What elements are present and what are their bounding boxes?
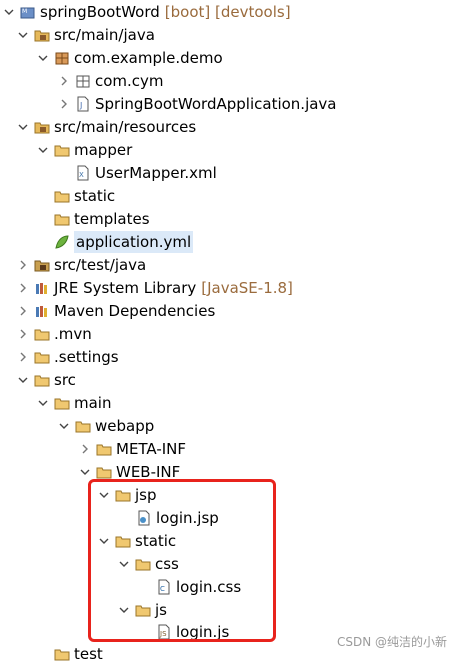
tree-item-decoration: [boot] [devtools] <box>164 3 291 21</box>
folder-icon <box>54 646 70 662</box>
tree-item-label: static <box>74 187 116 205</box>
chevron-right-icon[interactable] <box>16 281 30 295</box>
chevron-down-icon[interactable] <box>57 419 71 433</box>
tree-item-label: Maven Dependencies <box>54 302 216 320</box>
tree-item-label: springBootWord <box>40 3 160 21</box>
tree-item-application-yml[interactable]: application.yml <box>54 231 194 253</box>
tree-item-src[interactable]: src <box>16 369 76 391</box>
tree-item-com-cym[interactable]: com.cym <box>57 70 164 92</box>
chevron-right-icon[interactable] <box>16 350 30 364</box>
tree-item-com-example-demo[interactable]: com.example.demo <box>36 47 223 69</box>
library-icon <box>34 280 50 296</box>
folder-open-icon <box>75 418 91 434</box>
tree-item-project[interactable]: M springBootWord [boot] [devtools] <box>2 1 291 23</box>
tree-item-label: templates <box>74 210 150 228</box>
tree-item-templates[interactable]: templates <box>54 208 150 230</box>
tree-item-decoration: [JavaSE-1.8] <box>201 279 293 297</box>
source-folder-icon <box>34 257 50 273</box>
folder-icon <box>54 188 70 204</box>
spring-yml-icon <box>54 234 70 250</box>
tree-item-label: src <box>54 371 76 389</box>
chevron-down-icon[interactable] <box>16 120 30 134</box>
tree-item-label: .settings <box>54 348 119 366</box>
folder-icon <box>54 211 70 227</box>
empty-package-icon <box>75 73 91 89</box>
tree-item-mapper[interactable]: mapper <box>36 139 132 161</box>
folder-open-icon <box>54 395 70 411</box>
tree-item-label: src/main/resources <box>54 118 197 136</box>
chevron-right-icon[interactable] <box>57 74 71 88</box>
folder-open-icon <box>34 372 50 388</box>
tree-item-src-test-java[interactable]: src/test/java <box>16 254 146 276</box>
chevron-down-icon[interactable] <box>16 373 30 387</box>
tree-item-label: .mvn <box>54 325 92 343</box>
tree-item-meta-inf[interactable]: META-INF <box>78 438 186 460</box>
svg-text:M: M <box>22 8 27 15</box>
tree-item-main[interactable]: main <box>36 392 111 414</box>
chevron-right-icon[interactable] <box>16 258 30 272</box>
tree-item-label: SpringBootWordApplication.java <box>95 95 337 113</box>
chevron-down-icon[interactable] <box>36 51 50 65</box>
chevron-right-icon[interactable] <box>16 327 30 341</box>
chevron-right-icon[interactable] <box>78 442 92 456</box>
chevron-down-icon[interactable] <box>36 396 50 410</box>
tree-item-mvn[interactable]: .mvn <box>16 323 92 345</box>
tree-item-webapp[interactable]: webapp <box>57 415 154 437</box>
package-icon <box>54 50 70 66</box>
library-icon <box>34 303 50 319</box>
tree-item-label: application.yml <box>74 231 194 253</box>
chevron-down-icon[interactable] <box>16 28 30 42</box>
highlight-annotation-box <box>88 479 276 642</box>
chevron-down-icon[interactable] <box>2 5 16 19</box>
tree-item-label: src/main/java <box>54 26 155 44</box>
watermark: CSDN @纯洁的小新 <box>336 635 447 649</box>
tree-item-label: src/test/java <box>54 256 147 274</box>
source-folder-icon <box>34 27 50 43</box>
tree-item-src-main-resources[interactable]: src/main/resources <box>16 116 196 138</box>
tree-item-label: JRE System Library <box>54 279 197 297</box>
tree-item-label: com.cym <box>95 72 164 90</box>
svg-text:X: X <box>79 171 84 179</box>
tree-item-maven-dependencies[interactable]: Maven Dependencies <box>16 300 215 322</box>
java-file-icon: J <box>75 96 91 112</box>
chevron-down-icon[interactable] <box>36 143 50 157</box>
chevron-down-icon[interactable] <box>78 465 92 479</box>
chevron-right-icon[interactable] <box>16 304 30 318</box>
tree-item-label: com.example.demo <box>74 49 223 67</box>
folder-icon <box>34 349 50 365</box>
tree-item-label: mapper <box>74 141 133 159</box>
tree-item-app-java[interactable]: J SpringBootWordApplication.java <box>57 93 337 115</box>
folder-icon <box>96 441 112 457</box>
tree-item-label: webapp <box>95 417 155 435</box>
tree-item-src-main-java[interactable]: src/main/java <box>16 24 155 46</box>
tree-item-jre[interactable]: JRE System Library [JavaSE-1.8] <box>16 277 293 299</box>
tree-item-settings[interactable]: .settings <box>16 346 119 368</box>
tree-item-label: UserMapper.xml <box>95 164 217 182</box>
tree-item-label: META-INF <box>116 440 187 458</box>
tree-item-usermapper-xml[interactable]: X UserMapper.xml <box>75 162 217 184</box>
tree-item-static-resources[interactable]: static <box>54 185 115 207</box>
xml-file-icon: X <box>75 165 91 181</box>
folder-open-icon <box>54 142 70 158</box>
tree-item-label: main <box>74 394 112 412</box>
folder-icon <box>34 326 50 342</box>
folder-open-icon <box>96 464 112 480</box>
svg-text:J: J <box>79 101 82 110</box>
chevron-right-icon[interactable] <box>57 97 71 111</box>
source-folder-icon <box>34 119 50 135</box>
maven-project-icon: M <box>20 4 36 20</box>
